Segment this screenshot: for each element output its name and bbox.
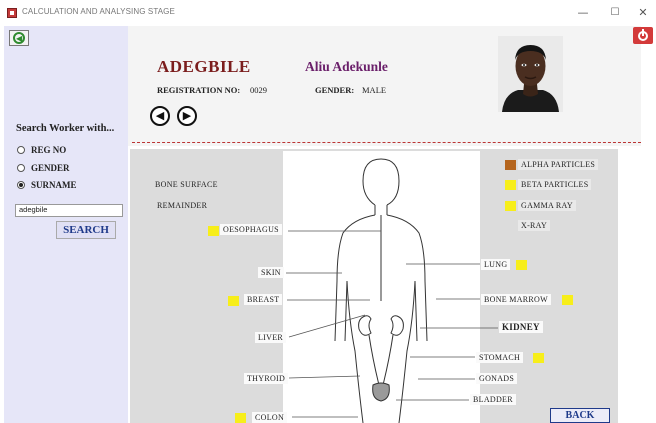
legend-alpha: ALPHA PARTICLES xyxy=(518,159,599,170)
legend-alpha-swatch xyxy=(505,160,516,170)
legend-gamma: GAMMA RAY xyxy=(518,200,576,211)
legend-beta: BETA PARTICLES xyxy=(518,179,592,190)
legend-beta-swatch xyxy=(505,180,516,190)
legend-gamma-swatch xyxy=(505,201,516,211)
legend-xray: X-RAY xyxy=(518,220,551,231)
back-button[interactable]: BACK xyxy=(550,408,610,423)
leader-lines xyxy=(286,230,498,418)
